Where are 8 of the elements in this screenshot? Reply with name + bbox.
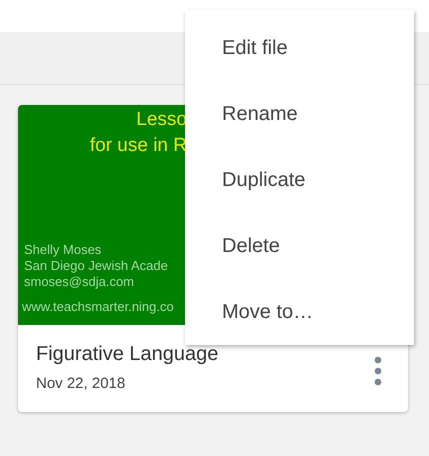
slide-title-text: for use in R [88, 134, 187, 158]
slide-author-text: smoses@sdja.com [24, 274, 136, 290]
file-title: Figurative Language [36, 343, 218, 366]
slide-url-text: www.teachsmarter.ning.co [22, 299, 174, 314]
slide-title-text: Lesso [135, 108, 187, 132]
slide-author-text: Shelly Moses [24, 242, 102, 258]
file-date: Nov 22, 2018 [36, 375, 126, 392]
slide-author-text: San Diego Jewish Acade [24, 258, 168, 274]
